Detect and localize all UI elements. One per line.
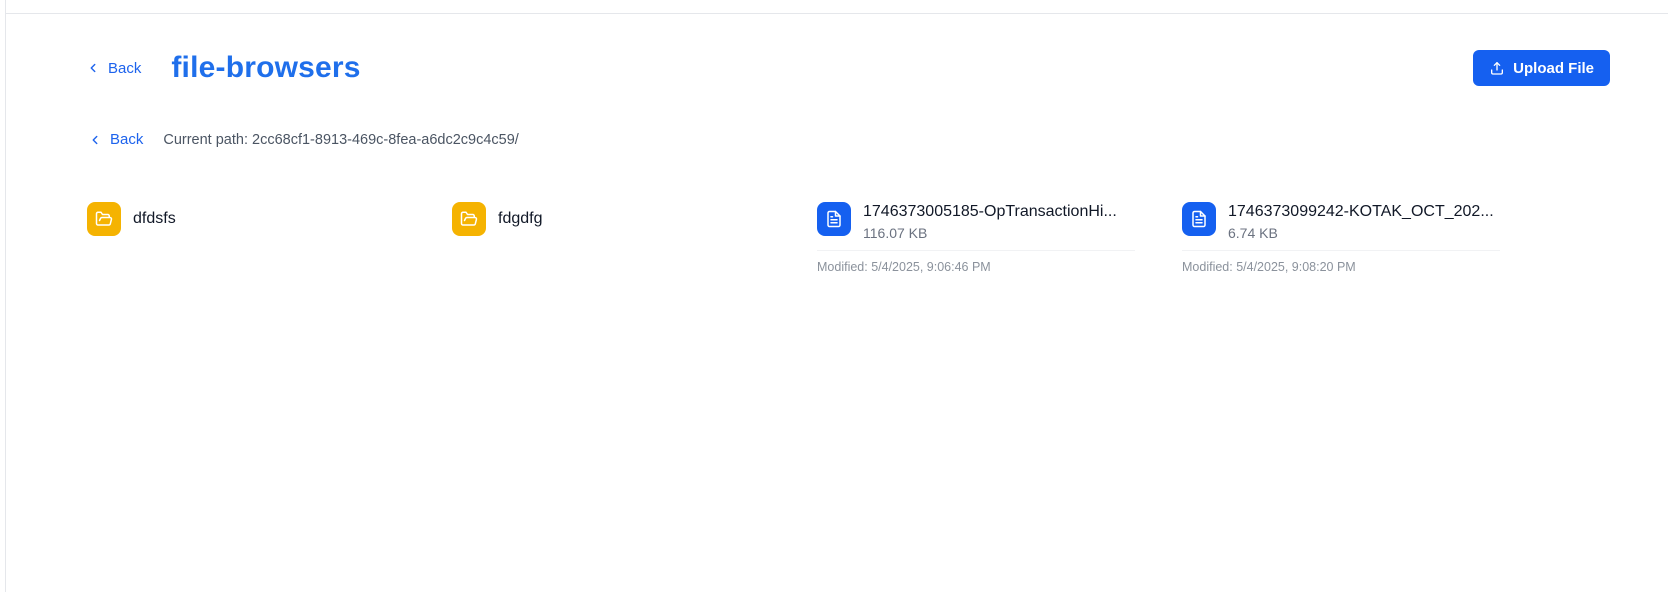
item-divider	[817, 250, 1135, 251]
file-text-icon	[1182, 202, 1216, 236]
header-back-button[interactable]: Back	[86, 60, 141, 77]
path-back-button[interactable]: Back	[88, 131, 143, 148]
app-frame: Back file-browsers Upload File Back Curr…	[5, 0, 1668, 592]
file-name: 1746373099242-KOTAK_OCT_202...	[1228, 203, 1494, 220]
page-title: file-browsers	[171, 51, 361, 84]
folder-name: fdgdfg	[498, 210, 543, 227]
upload-file-label: Upload File	[1513, 59, 1594, 77]
modified-date: Modified: 5/4/2025, 9:06:46 PM	[817, 260, 991, 274]
folder-item[interactable]: fdgdfg	[452, 202, 817, 282]
path-bar: Back Current path: 2cc68cf1-8913-469c-8f…	[88, 131, 519, 148]
file-item[interactable]: 1746373005185-OpTransactionHi... 116.07 …	[817, 202, 1182, 282]
upload-file-button[interactable]: Upload File	[1473, 50, 1610, 86]
chevron-left-icon	[90, 63, 96, 73]
file-item[interactable]: 1746373099242-KOTAK_OCT_202... 6.74 KB M…	[1182, 202, 1547, 282]
file-text-icon	[817, 202, 851, 236]
folder-item[interactable]: dfdsfs	[87, 202, 452, 282]
file-grid: dfdsfs fdgdfg 1746373005185-OpTransactio…	[87, 202, 1547, 282]
top-divider	[6, 13, 1668, 14]
folder-open-icon	[452, 202, 486, 236]
modified-date: Modified: 5/4/2025, 9:08:20 PM	[1182, 260, 1356, 274]
file-size: 116.07 KB	[863, 225, 928, 241]
current-path: Current path: 2cc68cf1-8913-469c-8fea-a6…	[163, 131, 519, 148]
folder-name: dfdsfs	[133, 210, 176, 227]
page-header: Back file-browsers Upload File	[86, 50, 1610, 86]
path-back-label: Back	[110, 131, 144, 148]
header-back-label: Back	[108, 59, 142, 77]
chevron-left-icon	[92, 135, 98, 144]
folder-open-icon	[87, 202, 121, 236]
item-divider	[1182, 250, 1500, 251]
upload-icon	[1491, 62, 1504, 75]
file-name: 1746373005185-OpTransactionHi...	[863, 203, 1117, 220]
file-size: 6.74 KB	[1228, 225, 1278, 241]
